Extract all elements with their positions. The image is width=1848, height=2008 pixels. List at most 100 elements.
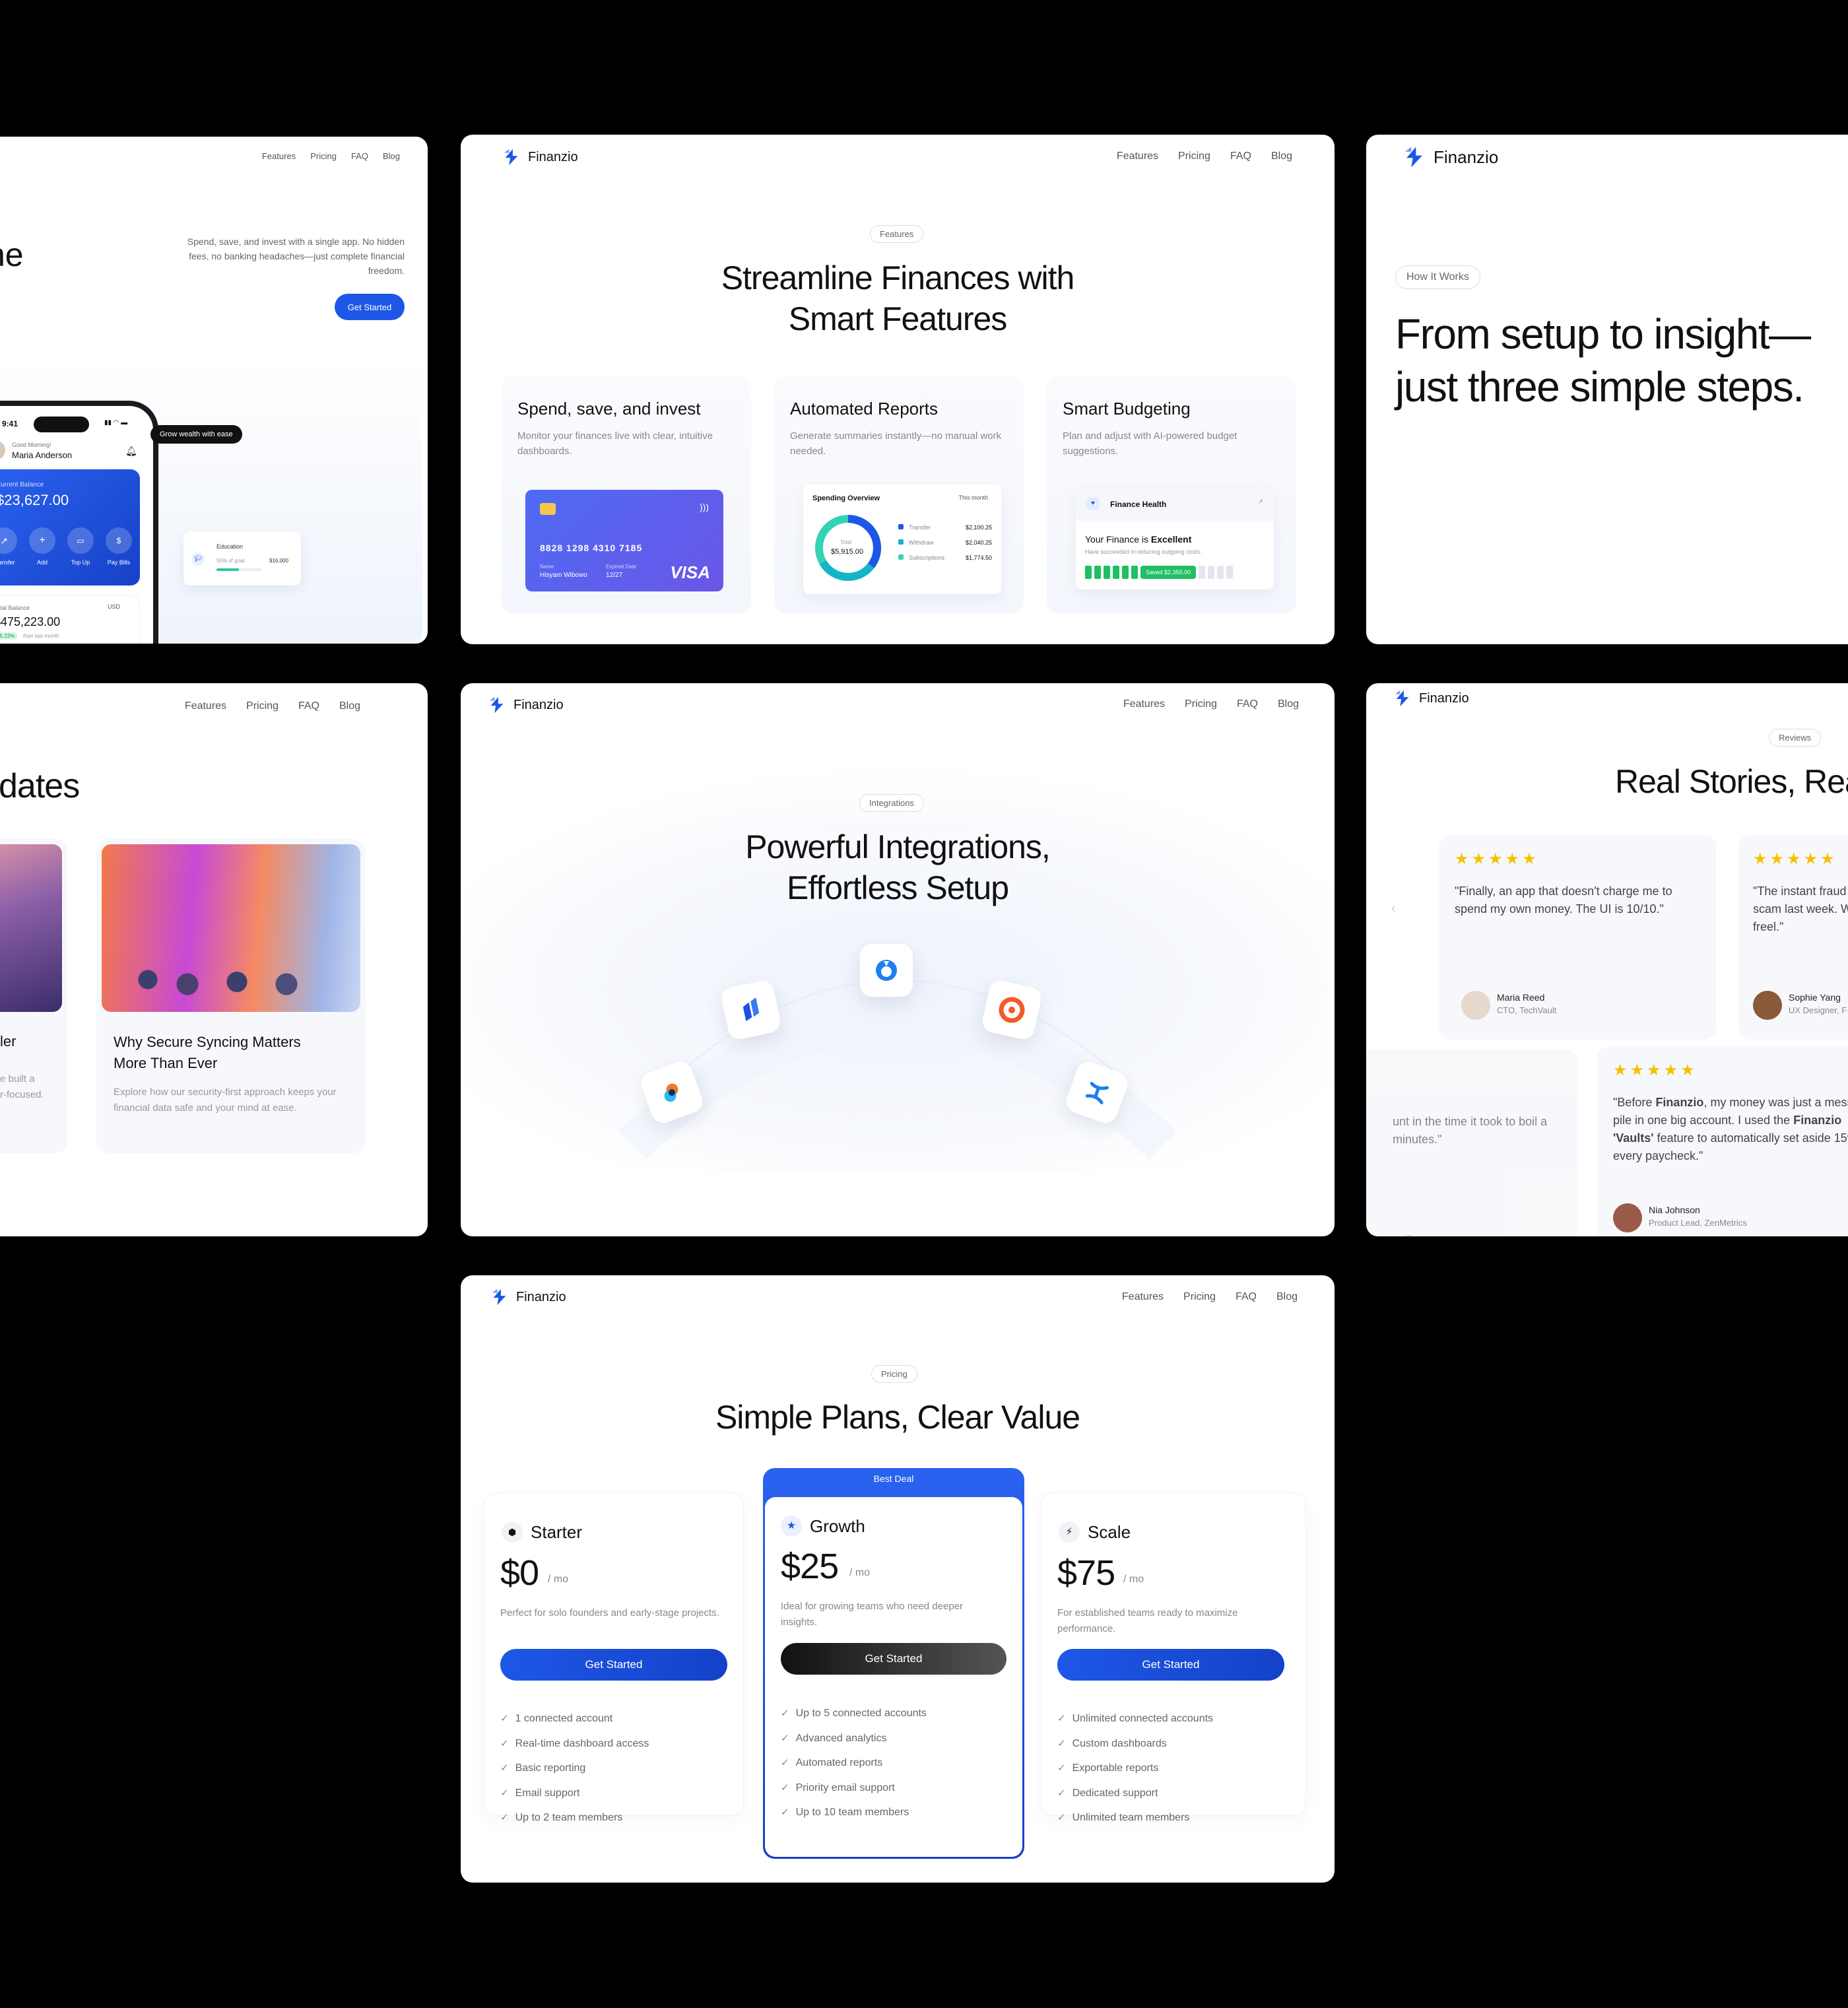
bell-icon[interactable]: 🔔︎	[125, 446, 137, 457]
review-quote: "Before Finanzio, my money was just a me…	[1613, 1096, 1848, 1162]
health-status: Your Finance is Excellent	[1085, 534, 1191, 545]
blog-card[interactable]: Why Secure Syncing Matters More Than Eve…	[96, 839, 366, 1153]
nav-pricing[interactable]: Pricing	[1183, 1291, 1216, 1303]
nav-pricing[interactable]: Pricing	[246, 700, 279, 712]
review-quote: unt in the time it took to boil a minute…	[1393, 1115, 1548, 1146]
finanzio-logo-icon	[1395, 690, 1409, 707]
feature-item: Automated reports	[781, 1757, 927, 1782]
expand-icon[interactable]: ↗	[1258, 498, 1263, 506]
nav-features[interactable]: Features	[1117, 151, 1158, 162]
status-prefix: Your Finance is	[1085, 534, 1148, 545]
action-add[interactable]: + Add	[29, 527, 55, 566]
dollar-icon: $	[106, 527, 132, 554]
brand-name: Finanzio	[1434, 147, 1499, 167]
review-card: ★★★★★ "Before Finanzio, my money was jus…	[1597, 1046, 1848, 1236]
status-value: Excellent	[1150, 534, 1192, 545]
spending-rows: Transfer $2,100.25 Withdraw $2,040.25 Su…	[898, 524, 992, 561]
feature-card-spend: Spend, save, and invest Monitor your fin…	[502, 376, 751, 613]
phone-actions: ↗ Transfer + Add ▭ Top Up $ Pay Bills	[0, 527, 132, 566]
finance-health-widget: ♥ Finance Health ↗ Your Finance is Excel…	[1076, 486, 1274, 589]
brand-logo[interactable]: Finanzio	[1393, 688, 1469, 708]
spending-row: Transfer $2,100.25	[898, 524, 992, 531]
phone-mockup: 9:41 ▮▮ ◠ ▬ Good Morning! Maria Anderson…	[0, 401, 158, 644]
action-topup[interactable]: ▭ Top Up	[67, 527, 94, 566]
cube-icon: ⬢	[502, 1522, 523, 1543]
brand-name: Finanzio	[528, 149, 578, 164]
get-started-button[interactable]: Get Started	[1057, 1649, 1284, 1681]
how-chip: How It Works	[1395, 265, 1480, 289]
integration-logo-orange-ring-icon[interactable]	[980, 978, 1043, 1042]
brand-logo[interactable]: Finanzio	[490, 1287, 566, 1307]
nav-pricing[interactable]: Pricing	[310, 151, 337, 161]
nav-faq[interactable]: FAQ	[298, 700, 319, 712]
nav-blog[interactable]: Blog	[1276, 1291, 1298, 1303]
pricing-panel: Finanzio Features Pricing FAQ Blog Prici…	[461, 1275, 1335, 1883]
plan-period: / mo	[1123, 1574, 1144, 1585]
bolt-icon: ⚡︎	[1059, 1522, 1080, 1543]
avatar	[1753, 991, 1782, 1020]
reviewer-name: Maria Reed	[1497, 992, 1545, 1003]
currency-select[interactable]: USD	[108, 603, 120, 610]
feature-desc: Generate summaries instantly—no manual w…	[790, 430, 1002, 457]
row-label: Transfer	[909, 524, 931, 531]
brand-logo[interactable]: Finanzio	[1402, 145, 1498, 170]
spending-widget: Spending Overview This month Total $5,91…	[803, 485, 1001, 594]
get-started-button[interactable]: Get Started	[500, 1649, 727, 1681]
nav-features[interactable]: Features	[262, 151, 296, 161]
period-select[interactable]: This month	[958, 494, 988, 501]
nav-features[interactable]: Features	[185, 700, 226, 712]
feature-item: Dedicated support	[1057, 1787, 1213, 1812]
how-panel: Finanzio How It Works From setup to insi…	[1366, 135, 1848, 644]
feature-item: Up to 10 team members	[781, 1806, 927, 1831]
blog-nav: Features Pricing FAQ Blog	[185, 700, 360, 712]
avatar	[0, 440, 5, 460]
balance-label: Current Balance	[0, 481, 44, 488]
balance-card: Current Balance $23,627.00 ↗ Transfer + …	[0, 469, 140, 586]
nav-pricing[interactable]: Pricing	[1178, 151, 1210, 162]
blog-card[interactable]: ler e built a r-focused.	[0, 839, 67, 1153]
title-line: Streamline Finances with	[721, 259, 1075, 296]
card-name-label: Name	[540, 564, 554, 570]
plan-name: Growth	[810, 1516, 865, 1536]
nav-blog[interactable]: Blog	[383, 151, 400, 161]
feature-desc: Plan and adjust with AI-powered budget s…	[1063, 430, 1238, 457]
donut-total: $5,915.00	[831, 548, 863, 556]
feature-item: Unlimited connected accounts	[1057, 1712, 1213, 1737]
nav-blog[interactable]: Blog	[1271, 151, 1292, 162]
phone-notch	[34, 417, 89, 432]
nav-blog[interactable]: Blog	[339, 700, 360, 712]
goal-card: 🎓︎ Education 50% of goal $16,000	[183, 531, 301, 586]
brand-logo[interactable]: Finanzio	[502, 147, 578, 167]
rating-stars-icon: ★★★★★	[1613, 1061, 1698, 1079]
reviews-title: Real Stories, Rea	[1615, 763, 1848, 800]
nav-faq[interactable]: FAQ	[1230, 151, 1251, 162]
nav-faq[interactable]: FAQ	[1236, 1291, 1257, 1303]
goal-progress-text: 50% of goal	[216, 558, 245, 564]
feature-item: Email support	[500, 1787, 649, 1812]
phone-time: 9:41	[2, 419, 18, 428]
action-paybills[interactable]: $ Pay Bills	[106, 527, 132, 566]
integration-logo-blue-bars-icon[interactable]	[719, 978, 783, 1042]
nav-features[interactable]: Features	[1122, 1291, 1164, 1303]
balance-value: $23,627.00	[0, 492, 69, 508]
carousel-prev-icon[interactable]: ‹	[1391, 901, 1396, 916]
action-transfer[interactable]: ↗ Transfer	[0, 527, 17, 566]
post-desc: Explore how our security-first approach …	[114, 1087, 337, 1114]
plan-period: / mo	[548, 1574, 569, 1585]
nav-faq[interactable]: FAQ	[351, 151, 368, 161]
feature-card-budgeting: Smart Budgeting Plan and adjust with AI-…	[1047, 376, 1296, 613]
reviewer-role: Product Lead, ZenMetrics	[1649, 1218, 1747, 1228]
review-quote: "The instant fraud scam last week. W fre…	[1753, 885, 1848, 933]
saved-badge: Saved $2,350.00	[1140, 566, 1197, 579]
integration-logo-blue-ring-icon[interactable]	[860, 944, 913, 997]
legend-dot	[898, 554, 904, 560]
review-card: unt in the time it took to boil a minute…	[1366, 1050, 1577, 1236]
feature-item: Exportable reports	[1057, 1762, 1213, 1787]
blog-title: dates	[0, 767, 80, 805]
row-value: $1,774.50	[965, 554, 992, 561]
get-started-button[interactable]: Get Started	[781, 1643, 1006, 1675]
contactless-icon: )))	[700, 502, 709, 512]
plan-name: Starter	[531, 1522, 583, 1542]
hero-cta-button[interactable]: Get Started	[335, 294, 405, 320]
chip-icon	[540, 503, 556, 515]
